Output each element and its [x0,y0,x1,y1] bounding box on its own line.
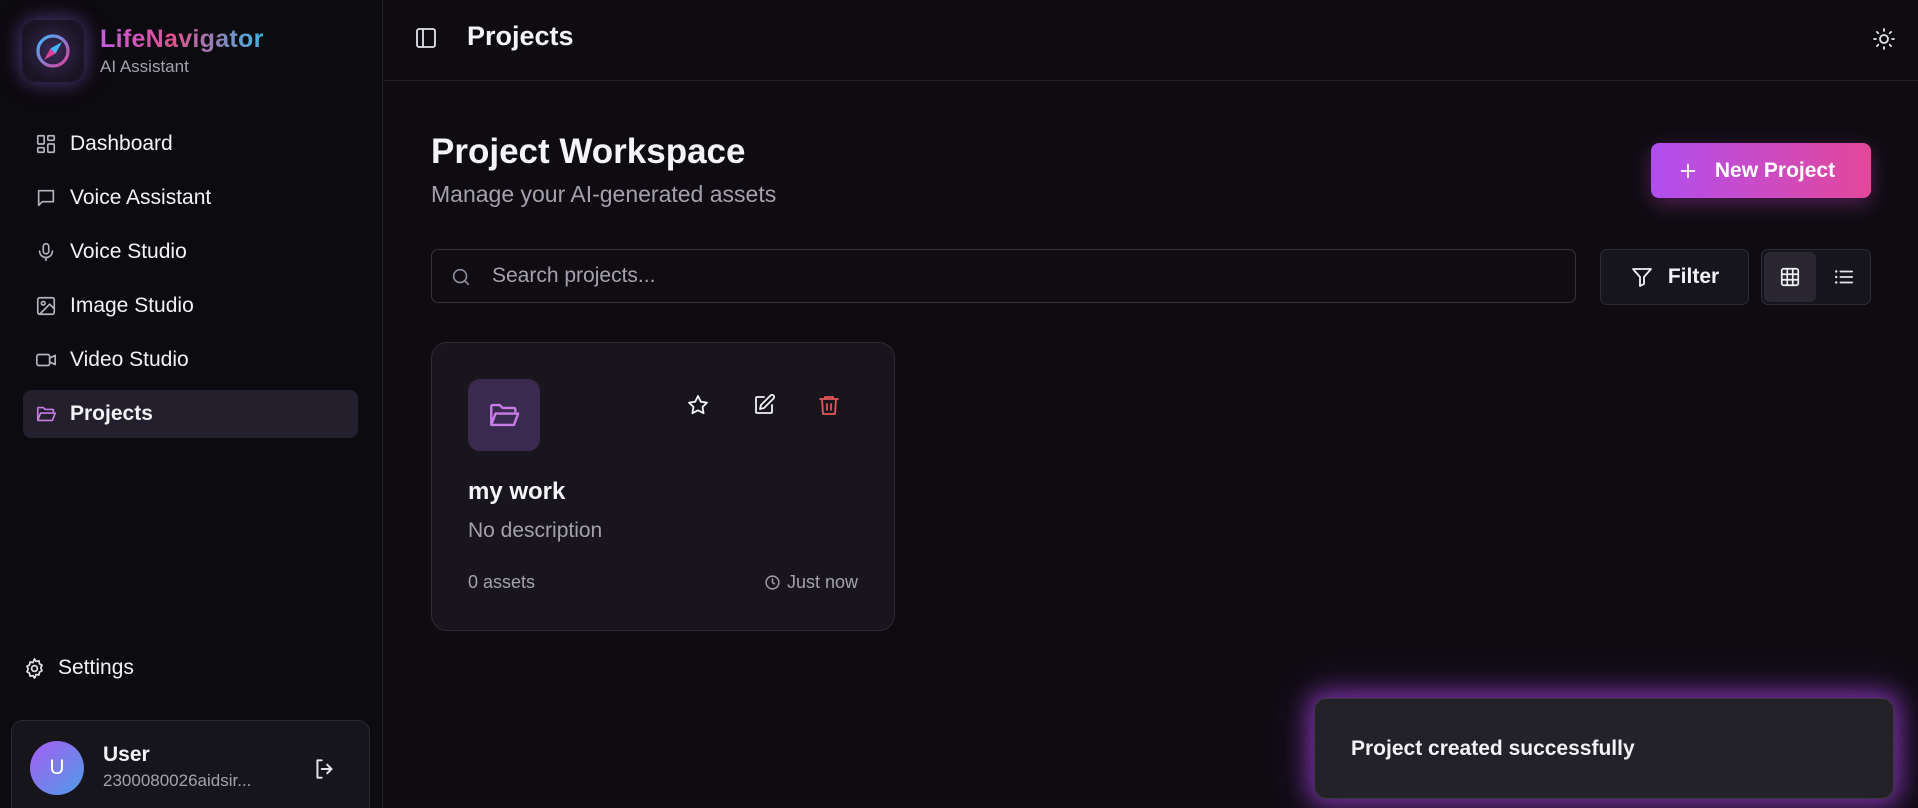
user-name: User [103,743,150,766]
project-description: No description [468,519,603,542]
edit-icon[interactable] [752,393,778,419]
folder-open-icon [468,379,540,451]
sidebar-item-voice-studio[interactable]: Voice Studio [23,228,358,276]
search-input[interactable] [492,250,1562,302]
message-icon [35,187,57,209]
sidebar-item-label: Projects [70,402,153,425]
sidebar: LifeNavigator AI Assistant Dashboard Voi… [0,0,383,808]
folder-open-icon [35,403,57,425]
project-updated: Just now [764,572,858,593]
filter-label: Filter [1667,265,1720,288]
dashboard-icon [35,133,57,155]
microphone-icon [35,241,57,263]
sidebar-item-label: Voice Assistant [70,186,212,209]
workspace-title: Project Workspace [431,132,746,171]
sidebar-item-label: Voice Studio [70,240,187,263]
sidebar-item-label: Video Studio [70,348,189,371]
sidebar-item-label: Image Studio [70,294,194,317]
sidebar-toggle-icon[interactable] [414,26,438,50]
sun-icon[interactable] [1872,27,1896,51]
sidebar-item-voice-assistant[interactable]: Voice Assistant [23,174,358,222]
list-view-button[interactable] [1818,252,1870,302]
new-project-button[interactable]: New Project [1651,143,1871,198]
sidebar-item-projects[interactable]: Projects [23,390,358,438]
clock-icon [765,575,780,590]
gear-icon [23,657,46,680]
video-icon [35,349,57,371]
workspace-subtitle: Manage your AI-generated assets [431,181,777,207]
user-email: 2300080026aidsir... [103,771,252,790]
sidebar-item-dashboard[interactable]: Dashboard [23,120,358,168]
project-card[interactable]: my work No description 0 assets Just now [431,342,895,631]
list-icon [1835,270,1854,284]
sidebar-item-video-studio[interactable]: Video Studio [23,336,358,384]
avatar[interactable]: U [30,741,84,795]
grid-view-button[interactable] [1764,252,1816,302]
page-title: Projects [467,21,574,51]
star-icon[interactable] [686,393,712,419]
logout-icon[interactable] [312,756,338,782]
view-toggle [1761,249,1871,305]
sidebar-nav: Dashboard Voice Assistant Voice Studio I… [23,120,358,444]
trash-icon[interactable] [817,393,843,419]
brand-name: LifeNavigator [100,25,264,53]
user-card: U User 2300080026aidsir... [11,720,370,808]
toast-notification[interactable]: Project created successfully [1314,698,1894,799]
settings-label: Settings [58,656,134,679]
toast-message: Project created successfully [1351,737,1635,760]
top-bar: Projects [384,0,1918,81]
compass-logo-icon [22,20,84,82]
new-project-label: New Project [1714,158,1836,182]
project-name: my work [468,478,566,505]
sidebar-item-image-studio[interactable]: Image Studio [23,282,358,330]
project-asset-count: 0 assets [468,572,536,592]
filter-icon [1631,268,1652,287]
sidebar-item-settings[interactable]: Settings [23,656,134,680]
grid-icon [1780,267,1800,287]
search-icon [452,268,470,286]
brand[interactable]: LifeNavigator AI Assistant [22,20,264,82]
sidebar-item-label: Dashboard [70,132,173,155]
brand-subtitle: AI Assistant [100,57,189,76]
project-updated-label: Just now [786,572,858,592]
search-box [431,249,1576,303]
filter-button[interactable]: Filter [1600,249,1749,305]
image-icon [35,295,57,317]
plus-icon [1680,163,1696,178]
